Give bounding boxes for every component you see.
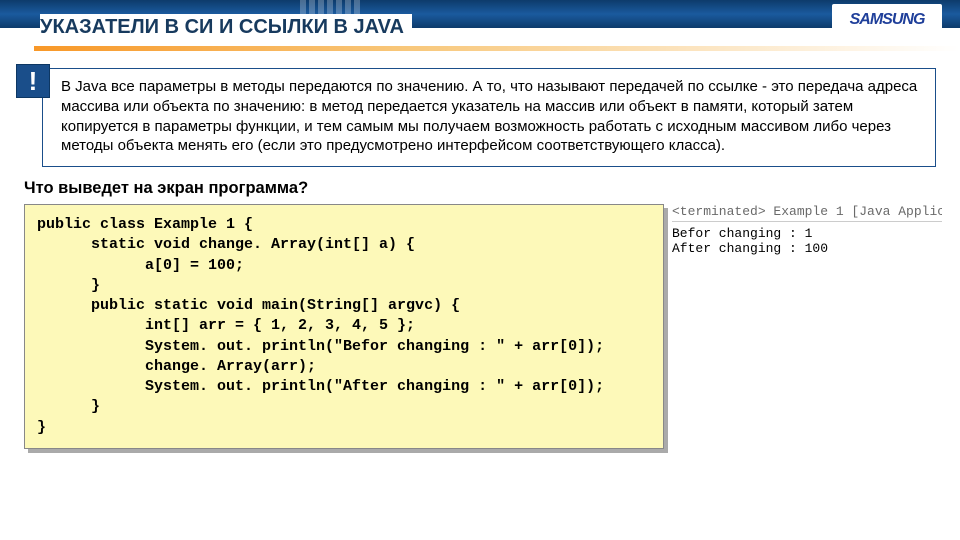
question-text: Что выведет на экран программа? [24,179,936,198]
info-callout: ! В Java все параметры в методы передают… [24,68,936,167]
exclamation-icon: ! [16,64,50,98]
samsung-logo: SAMSUNG [832,4,942,36]
slide-header: УКАЗАТЕЛИ В СИ И ССЫЛКИ В JAVA SAMSUNG [0,0,960,58]
slide-title: УКАЗАТЕЛИ В СИ И ССЫЛКИ В JAVA [40,14,412,41]
console-line: Befor changing : 1 [672,226,942,241]
callout-text: В Java все параметры в методы передаются… [42,68,936,167]
console-header: <terminated> Example 1 [Java Applicati [672,204,942,222]
content-row: public class Example 1 { static void cha… [24,204,936,449]
code-sample: public class Example 1 { static void cha… [24,204,664,449]
console-line: After changing : 100 [672,241,942,256]
console-output: <terminated> Example 1 [Java Applicati B… [672,204,942,256]
header-underline [34,46,960,51]
